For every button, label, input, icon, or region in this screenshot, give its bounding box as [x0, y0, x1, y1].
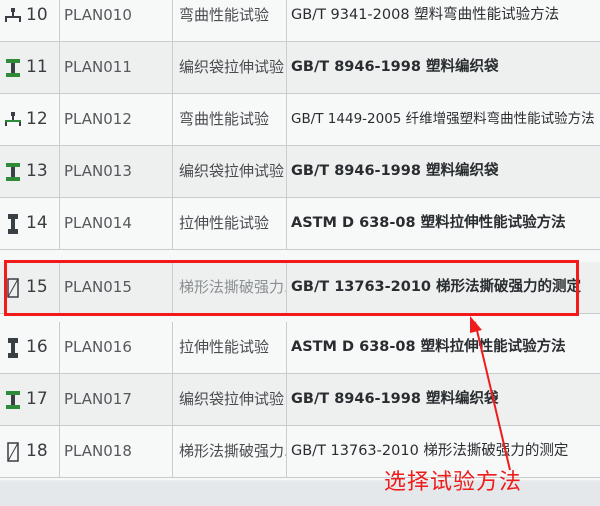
tensile-grip-icon — [6, 390, 20, 409]
test-name-cell: 梯形法撕破强力... — [173, 426, 287, 477]
plan-id-cell: PLAN011 — [60, 42, 173, 93]
row-number: 11 — [26, 57, 48, 77]
table-row[interactable]: 14 PLAN014 拉伸性能试验 ASTM D 638-08 塑料拉伸性能试验… — [0, 198, 600, 250]
tensile-grip-icon — [6, 58, 20, 77]
test-method-cell: GB/T 9341-2008 塑料弯曲性能试验方法 — [291, 7, 560, 23]
table-row[interactable]: 12 PLAN012 弯曲性能试验 GB/T 1449-2005 纤维增强塑料弯… — [0, 94, 600, 146]
row-number-cell: 13 — [0, 146, 60, 197]
test-method-cell: GB/T 8946-1998 塑料编织袋 — [291, 59, 499, 75]
test-method-cell: GB/T 8946-1998 塑料编织袋 — [291, 391, 499, 407]
bend-test-icon — [5, 7, 21, 22]
bend-test-icon — [5, 111, 21, 126]
dogbone-specimen-icon — [8, 337, 18, 358]
row-number-cell: 12 — [0, 94, 60, 145]
test-name-cell: 拉伸性能试验 — [173, 198, 287, 249]
row-number: 10 — [26, 5, 48, 25]
row-number: 18 — [26, 441, 48, 461]
test-method-cell: GB/T 13763-2010 梯形法撕破强力的测定 — [291, 279, 582, 295]
plan-id-cell: PLAN016 — [60, 322, 173, 373]
row-number: 14 — [26, 213, 48, 233]
row-number-cell: 14 — [0, 198, 60, 249]
plan-id-cell: PLAN015 — [60, 262, 173, 313]
table-row[interactable]: 11 PLAN011 编织袋拉伸试验 GB/T 8946-1998 塑料编织袋 — [0, 42, 600, 94]
test-name-cell: 弯曲性能试验 — [173, 0, 287, 41]
row-number: 17 — [26, 389, 48, 409]
row-number-cell: 11 — [0, 42, 60, 93]
row-number-cell: 18 — [0, 426, 60, 477]
plan-id-cell: PLAN013 — [60, 146, 173, 197]
tear-specimen-icon — [7, 441, 19, 462]
test-plan-table: 10 PLAN010 弯曲性能试验 GB/T 9341-2008 塑料弯曲性能试… — [0, 0, 600, 480]
row-number-cell: 10 — [0, 0, 60, 41]
table-row[interactable]: 13 PLAN013 编织袋拉伸试验 GB/T 8946-1998 塑料编织袋 — [0, 146, 600, 198]
test-method-cell: GB/T 8946-1998 塑料编织袋 — [291, 163, 499, 179]
table-row[interactable]: 16 PLAN016 拉伸性能试验 ASTM D 638-08 塑料拉伸性能试验… — [0, 322, 600, 374]
tear-specimen-icon — [7, 277, 19, 298]
annotation-label: 选择试验方法 — [384, 470, 523, 495]
table-row[interactable]: 10 PLAN010 弯曲性能试验 GB/T 9341-2008 塑料弯曲性能试… — [0, 0, 600, 42]
plan-id-cell: PLAN012 — [60, 94, 173, 145]
test-name-cell: 拉伸性能试验 — [173, 322, 287, 373]
test-name-cell: 梯形法撕破强力... — [173, 262, 287, 313]
row-number-cell: 15 — [0, 262, 60, 313]
row-number-cell: 17 — [0, 374, 60, 425]
test-name-cell: 弯曲性能试验 — [173, 94, 287, 145]
row-number-cell: 16 — [0, 322, 60, 373]
plan-id-cell: PLAN017 — [60, 374, 173, 425]
test-name-cell: 编织袋拉伸试验 — [173, 146, 287, 197]
test-method-cell: ASTM D 638-08 塑料拉伸性能试验方法 — [291, 339, 566, 355]
test-name-cell: 编织袋拉伸试验 — [173, 374, 287, 425]
row-number: 13 — [26, 161, 48, 181]
row-number: 16 — [26, 337, 48, 357]
test-method-cell: GB/T 1449-2005 纤维增强塑料弯曲性能试验方法 — [291, 111, 595, 127]
dogbone-specimen-icon — [8, 213, 18, 234]
test-method-cell: ASTM D 638-08 塑料拉伸性能试验方法 — [291, 215, 566, 231]
row-number: 12 — [26, 109, 48, 129]
table-row[interactable]: 17 PLAN017 编织袋拉伸试验 GB/T 8946-1998 塑料编织袋 — [0, 374, 600, 426]
table-row-selected[interactable]: 15 PLAN015 梯形法撕破强力... GB/T 13763-2010 梯形… — [0, 262, 600, 314]
plan-id-cell: PLAN014 — [60, 198, 173, 249]
tensile-grip-icon — [6, 162, 20, 181]
plan-id-cell: PLAN018 — [60, 426, 173, 477]
plan-id-cell: PLAN010 — [60, 0, 173, 41]
test-name-cell: 编织袋拉伸试验 — [173, 42, 287, 93]
row-number: 15 — [26, 277, 48, 297]
